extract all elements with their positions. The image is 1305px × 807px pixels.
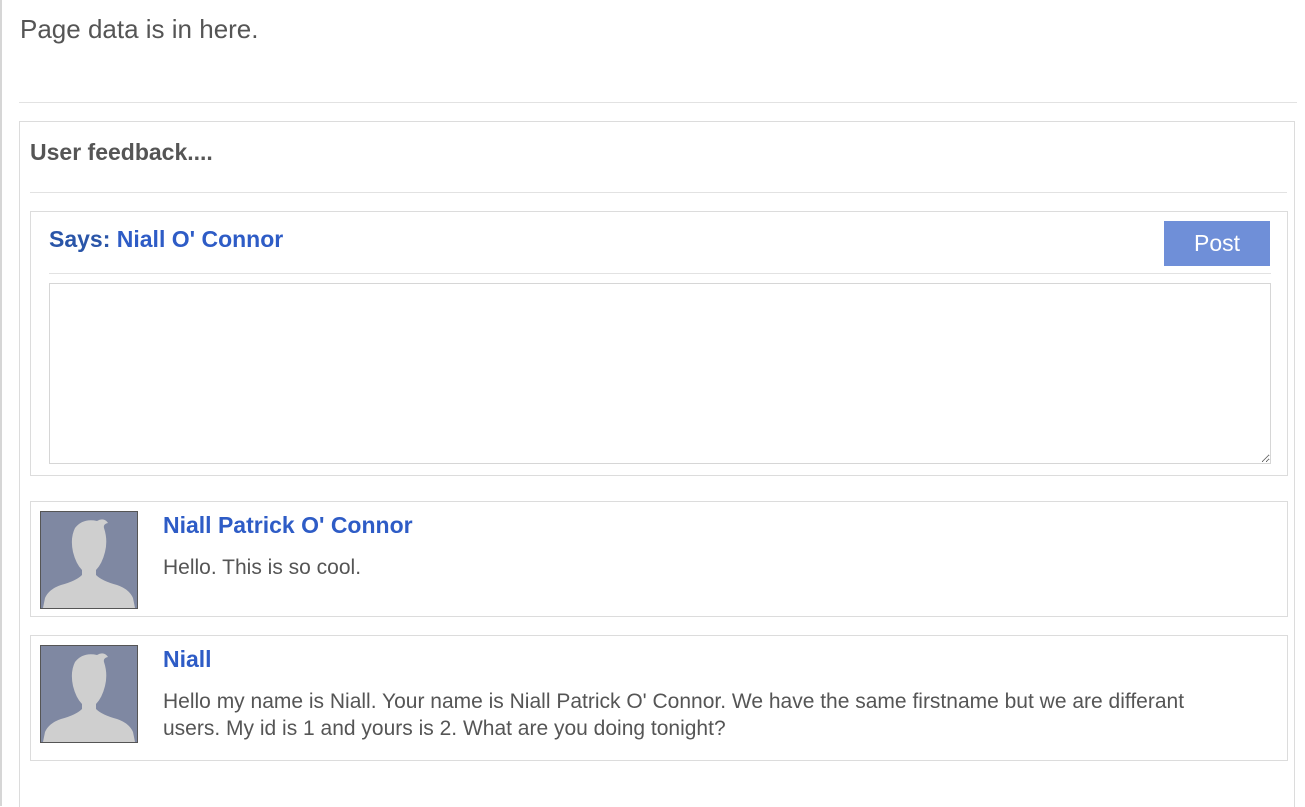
comment-textarea[interactable] xyxy=(49,283,1271,464)
page-divider xyxy=(19,102,1297,103)
post-button[interactable]: Post xyxy=(1164,221,1270,266)
feedback-panel: User feedback.... Says: Niall O' Connor … xyxy=(19,121,1295,807)
comment-item: Niall Hello my name is Niall. Your name … xyxy=(30,635,1288,761)
feedback-title: User feedback.... xyxy=(30,139,213,165)
feedback-divider xyxy=(30,192,1287,193)
comment-text: Hello. This is so cool. xyxy=(163,556,362,579)
page-content-text: Page data is in here. xyxy=(20,14,259,44)
comment-author[interactable]: Niall xyxy=(163,646,212,673)
page-left-border xyxy=(0,0,2,806)
compose-box: Says: Niall O' Connor Post xyxy=(30,211,1288,476)
comment-text: Hello my name is Niall. Your name is Nia… xyxy=(163,690,1185,740)
comment-item: Niall Patrick O' Connor Hello. This is s… xyxy=(30,501,1288,617)
current-user-name[interactable]: Niall O' Connor xyxy=(117,226,283,252)
compose-divider xyxy=(49,273,1271,274)
default-avatar-icon xyxy=(40,511,138,609)
says-label: Says: xyxy=(49,226,111,252)
default-avatar-icon xyxy=(40,645,138,743)
comment-author[interactable]: Niall Patrick O' Connor xyxy=(163,512,413,539)
compose-header: Says: Niall O' Connor xyxy=(49,226,283,253)
